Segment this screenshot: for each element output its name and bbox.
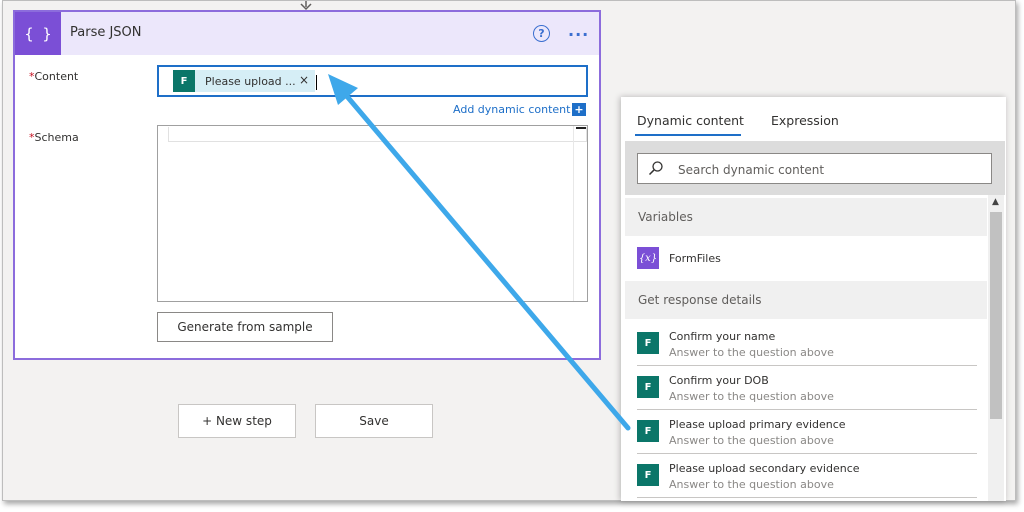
panel-scroll-thumb[interactable] [990,212,1002,419]
list-item-title: Please upload primary evidence [669,418,846,431]
search-area: Search dynamic content [625,141,1005,195]
dynamic-token[interactable]: F Please upload ... × [173,70,315,92]
search-icon [648,161,663,176]
token-remove-icon[interactable]: × [299,73,309,87]
list-item[interactable]: F Confirm your name Answer to the questi… [637,322,977,366]
content-label-text: Content [34,70,79,83]
microsoft-forms-icon: F [173,70,195,92]
scroll-up-icon[interactable]: ▲ [992,197,999,207]
list-item-title: Confirm your DOB [669,374,769,387]
tab-expression[interactable]: Expression [771,113,839,128]
list-item-title: Confirm your name [669,330,776,343]
active-tab-indicator [635,134,741,136]
new-step-button[interactable]: + New step [178,404,296,438]
content-label: *Content [29,70,78,83]
list-item-subtitle: Answer to the question above [669,478,834,491]
schema-editor[interactable] [157,125,588,302]
schema-editor-line [168,127,587,142]
section-header-get-response-details: Get response details [625,281,987,319]
screenshot-stage: { } Parse JSON ? ··· *Content F Please u… [0,0,1024,512]
microsoft-forms-icon: F [637,464,659,486]
list-item-subtitle: Answer to the question above [669,390,834,403]
list-item-subtitle: Answer to the question above [669,434,834,447]
microsoft-forms-icon: F [637,376,659,398]
schema-scrollbar[interactable] [573,126,587,301]
save-button[interactable]: Save [315,404,433,438]
search-input[interactable]: Search dynamic content [637,153,992,184]
panel-scrollbar[interactable]: ▲ [988,195,1004,501]
content-input[interactable]: F Please upload ... × [157,65,588,97]
variable-item-formfiles[interactable]: FormFiles [669,252,721,265]
plus-icon[interactable]: + [572,103,586,116]
parse-json-icon: { } [15,12,61,55]
microsoft-forms-icon: F [637,420,659,442]
more-options-icon[interactable]: ··· [568,25,589,44]
card-header[interactable]: { } Parse JSON ? ··· [15,12,599,55]
generate-from-sample-button[interactable]: Generate from sample [157,312,333,342]
add-dynamic-content-link[interactable]: Add dynamic content [453,103,570,116]
parse-json-card: { } Parse JSON ? ··· *Content F Please u… [13,10,601,360]
search-placeholder: Search dynamic content [678,163,825,177]
list-item[interactable]: F Please upload primary evidence Answer … [637,410,977,454]
section-header-variables: Variables [625,198,987,236]
schema-label-text: Schema [34,131,79,144]
card-title: Parse JSON [70,25,142,40]
list-item[interactable]: F Please upload secondary evidence Answe… [637,454,977,498]
microsoft-forms-icon: F [637,332,659,354]
text-caret [316,75,317,90]
help-icon[interactable]: ? [533,25,550,42]
variable-icon: {x} [637,247,659,269]
schema-scroll-thumb[interactable] [576,127,586,129]
schema-label: *Schema [29,131,79,144]
tab-dynamic-content[interactable]: Dynamic content [637,113,744,128]
list-item-title: Please upload secondary evidence [669,462,860,475]
token-label: Please upload ... [205,74,296,88]
list-item[interactable]: F Confirm your DOB Answer to the questio… [637,366,977,410]
list-item-subtitle: Answer to the question above [669,346,834,359]
dynamic-content-panel: Dynamic content Expression Search dynami… [621,97,1006,501]
